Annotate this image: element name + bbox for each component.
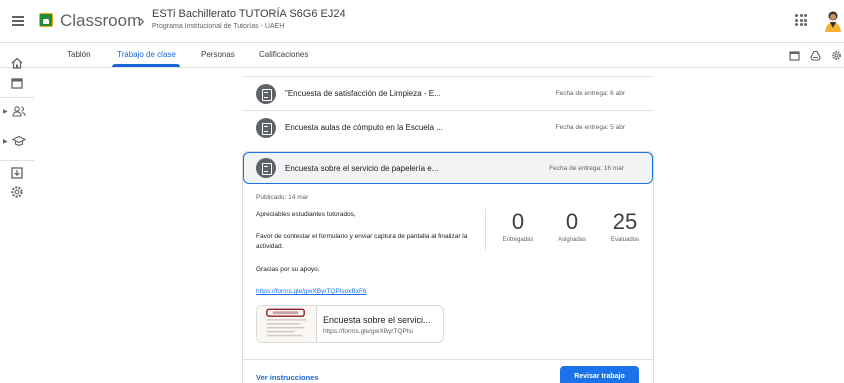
tab-grades[interactable]: Calificaciones — [259, 50, 308, 59]
stat-assigned[interactable]: 0 Asignadas — [546, 209, 598, 244]
attachment-title: Encuesta sobre el servici... — [323, 315, 431, 325]
people-icon[interactable] — [12, 104, 26, 118]
rail-divider — [0, 160, 34, 161]
instructions-line: Gracias por su apoyo. — [256, 266, 320, 273]
assignment-due-date: Fecha de entrega: 5 abr — [555, 124, 625, 131]
review-work-button[interactable]: Revisar trabajo — [560, 366, 639, 383]
top-app-bar: Classroom › ESTi Bachillerato TUTORÍA S6… — [0, 0, 844, 43]
attachment-thumbnail — [257, 306, 317, 342]
stat-label: Evaluados — [610, 237, 640, 243]
stat-value: 0 — [511, 209, 525, 234]
assignment-item[interactable]: Encuesta aulas de cómputo en la Escuela … — [243, 110, 653, 144]
assignment-title[interactable]: Encuesta sobre el servicio de papelería … — [285, 164, 549, 173]
stat-turned-in[interactable]: 0 Entregadas — [491, 209, 545, 244]
expanded-assignment-card: Encuesta sobre el servicio de papelería … — [242, 151, 654, 383]
stat-graded[interactable]: 25 Evaluados — [598, 209, 652, 244]
calendar-icon[interactable] — [10, 76, 24, 90]
class-title[interactable]: ESTi Bachillerato TUTORÍA S6G6 EJ24 — [152, 8, 346, 20]
view-instructions-link[interactable]: Ver instrucciones — [256, 373, 319, 382]
assignment-due-date: Fecha de entrega: 16 mar — [549, 164, 624, 172]
google-apps-icon[interactable] — [795, 14, 807, 26]
tab-people[interactable]: Personas — [201, 50, 235, 59]
tab-stream[interactable]: Tablón — [67, 50, 91, 59]
breadcrumb-separator-icon: › — [139, 11, 145, 30]
main-menu-icon[interactable] — [10, 13, 26, 29]
expand-caret-icon[interactable]: ▶ — [3, 108, 8, 115]
stat-label: Entregadas — [502, 237, 534, 243]
drive-icon[interactable] — [810, 50, 821, 61]
classroom-logo-icon[interactable] — [39, 13, 53, 27]
active-tab-indicator — [112, 64, 180, 67]
stat-value: 0 — [565, 209, 579, 234]
form-link[interactable]: https://forms.gle/gwXByrTQPlsoxBxF6 — [256, 288, 367, 295]
assignment-title[interactable]: "Encuesta de satisfacción de Limpieza - … — [285, 89, 556, 98]
expanded-assignment-header[interactable]: Encuesta sobre el servicio de papelería … — [243, 152, 653, 184]
school-icon[interactable] — [12, 134, 26, 148]
stats-divider — [485, 209, 486, 250]
account-avatar[interactable] — [822, 10, 842, 32]
rail-divider — [0, 97, 34, 98]
calendar-icon[interactable] — [789, 50, 800, 61]
form-attachment[interactable]: Encuesta sobre el servici... https://for… — [256, 305, 444, 343]
app-name[interactable]: Classroom — [60, 11, 141, 31]
assignment-item[interactable]: "Encuesta de satisfacción de Limpieza - … — [243, 76, 653, 110]
archive-icon[interactable] — [10, 166, 24, 180]
assignment-due-date: Fecha de entrega: 6 abr — [555, 90, 625, 97]
stat-label: Asignadas — [557, 237, 587, 243]
assignment-icon — [256, 117, 276, 138]
instructions-line: Apreciables estudiantes tutorados, — [256, 211, 356, 218]
tab-classwork[interactable]: Trabajo de clase — [117, 50, 176, 59]
assignment-icon — [256, 158, 276, 178]
settings-icon[interactable] — [831, 50, 842, 61]
expand-caret-icon[interactable]: ▶ — [3, 138, 8, 145]
attachment-url: https://forms.gle/gwXByrTQPlsi — [323, 328, 413, 335]
assignment-title[interactable]: Encuesta aulas de cómputo en la Escuela … — [285, 123, 556, 132]
home-icon[interactable] — [10, 56, 24, 70]
settings-icon[interactable] — [10, 185, 24, 199]
posted-date: Publicado: 14 mar — [256, 194, 309, 201]
class-subtitle: Programa Institucional de Tutorías - UAE… — [152, 23, 285, 30]
stat-value: 25 — [612, 209, 638, 234]
class-tab-bar: Tablón Trabajo de clase Personas Calific… — [0, 43, 844, 68]
card-footer-divider — [243, 359, 653, 360]
instructions-line: Favor de contestar el formulario y envia… — [256, 233, 468, 250]
assignment-icon — [256, 83, 276, 104]
